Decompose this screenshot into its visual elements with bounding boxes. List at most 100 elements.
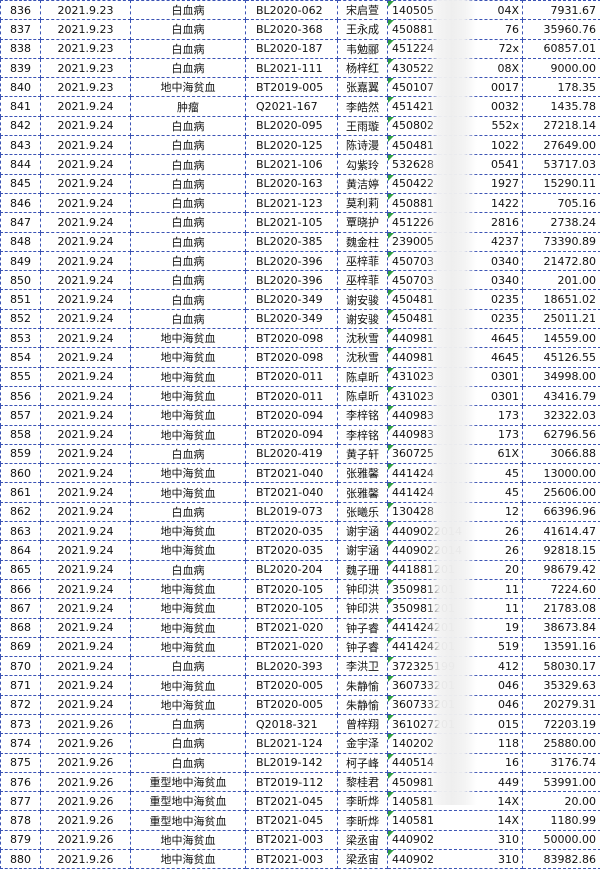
row-number-cell[interactable]: 853 bbox=[1, 329, 41, 348]
date-cell[interactable]: 2021.9.24 bbox=[41, 483, 131, 502]
patient-name-cell[interactable]: 钟子睿 bbox=[338, 637, 388, 656]
date-cell[interactable]: 2021.9.24 bbox=[41, 116, 131, 135]
date-cell[interactable]: 2021.9.24 bbox=[41, 329, 131, 348]
date-cell[interactable]: 2021.9.24 bbox=[41, 367, 131, 386]
row-number-cell[interactable]: 841 bbox=[1, 97, 41, 116]
date-cell[interactable]: 2021.9.24 bbox=[41, 676, 131, 695]
disease-cell[interactable]: 地中海贫血 bbox=[131, 425, 246, 444]
amount-cell[interactable]: 15290.11 bbox=[523, 174, 600, 193]
date-cell[interactable]: 2021.9.26 bbox=[41, 772, 131, 791]
date-cell[interactable]: 2021.9.24 bbox=[41, 155, 131, 174]
disease-cell[interactable]: 白血病 bbox=[131, 136, 246, 155]
id-number-cell[interactable]: 4501070017 bbox=[388, 78, 523, 97]
patient-name-cell[interactable]: 谢宇涵 bbox=[338, 522, 388, 541]
row-number-cell[interactable]: 879 bbox=[1, 830, 41, 849]
row-number-cell[interactable]: 839 bbox=[1, 58, 41, 77]
disease-cell[interactable]: 白血病 bbox=[131, 155, 246, 174]
patient-name-cell[interactable]: 钟子睿 bbox=[338, 618, 388, 637]
amount-cell[interactable]: 43416.79 bbox=[523, 386, 600, 405]
patient-name-cell[interactable]: 王永成 bbox=[338, 20, 388, 39]
case-code-cell[interactable]: BL2020-125 bbox=[246, 136, 338, 155]
id-number-cell[interactable]: 44142445 bbox=[388, 464, 523, 483]
case-code-cell[interactable]: BT2020-035 bbox=[246, 541, 338, 560]
disease-cell[interactable]: 地中海贫血 bbox=[131, 386, 246, 405]
patient-name-cell[interactable]: 李皓然 bbox=[338, 97, 388, 116]
row-number-cell[interactable]: 877 bbox=[1, 792, 41, 811]
case-code-cell[interactable]: BL2020-385 bbox=[246, 232, 338, 251]
date-cell[interactable]: 2021.9.24 bbox=[41, 541, 131, 560]
row-number-cell[interactable]: 875 bbox=[1, 753, 41, 772]
id-number-cell[interactable]: 45122472x bbox=[388, 39, 523, 58]
amount-cell[interactable]: 25011.21 bbox=[523, 309, 600, 328]
disease-cell[interactable]: 白血病 bbox=[131, 560, 246, 579]
date-cell[interactable]: 2021.9.24 bbox=[41, 386, 131, 405]
id-number-cell[interactable]: 4504221927 bbox=[388, 174, 523, 193]
amount-cell[interactable]: 20.00 bbox=[523, 792, 600, 811]
disease-cell[interactable]: 白血病 bbox=[131, 39, 246, 58]
patient-name-cell[interactable]: 李梓铭 bbox=[338, 425, 388, 444]
row-number-cell[interactable]: 836 bbox=[1, 1, 41, 20]
amount-cell[interactable]: 27649.00 bbox=[523, 136, 600, 155]
case-code-cell[interactable]: BL2021-124 bbox=[246, 734, 338, 753]
disease-cell[interactable]: 白血病 bbox=[131, 444, 246, 463]
patient-name-cell[interactable]: 梁丞宙 bbox=[338, 830, 388, 849]
date-cell[interactable]: 2021.9.26 bbox=[41, 792, 131, 811]
date-cell[interactable]: 2021.9.26 bbox=[41, 811, 131, 830]
patient-name-cell[interactable]: 谢安骏 bbox=[338, 290, 388, 309]
patient-name-cell[interactable]: 钟印洪 bbox=[338, 579, 388, 598]
amount-cell[interactable]: 178.35 bbox=[523, 78, 600, 97]
id-number-cell[interactable]: 4507030340 bbox=[388, 271, 523, 290]
row-number-cell[interactable]: 860 bbox=[1, 464, 41, 483]
case-code-cell[interactable]: BT2021-040 bbox=[246, 464, 338, 483]
id-number-cell[interactable]: 440902201426 bbox=[388, 522, 523, 541]
patient-name-cell[interactable]: 黄子轩 bbox=[338, 444, 388, 463]
patient-name-cell[interactable]: 张曦乐 bbox=[338, 502, 388, 521]
case-code-cell[interactable]: BL2020-368 bbox=[246, 20, 338, 39]
row-number-cell[interactable]: 848 bbox=[1, 232, 41, 251]
id-number-cell[interactable]: 4409814645 bbox=[388, 348, 523, 367]
row-number-cell[interactable]: 859 bbox=[1, 444, 41, 463]
id-number-cell[interactable]: 14050504X bbox=[388, 1, 523, 20]
patient-name-cell[interactable]: 张雅馨 bbox=[338, 483, 388, 502]
disease-cell[interactable]: 地中海贫血 bbox=[131, 830, 246, 849]
date-cell[interactable]: 2021.9.24 bbox=[41, 618, 131, 637]
row-number-cell[interactable]: 846 bbox=[1, 193, 41, 212]
case-code-cell[interactable]: BT2021-045 bbox=[246, 792, 338, 811]
date-cell[interactable]: 2021.9.24 bbox=[41, 213, 131, 232]
case-code-cell[interactable]: BL2020-396 bbox=[246, 251, 338, 270]
date-cell[interactable]: 2021.9.24 bbox=[41, 502, 131, 521]
row-number-cell[interactable]: 838 bbox=[1, 39, 41, 58]
patient-name-cell[interactable]: 陈诗漫 bbox=[338, 136, 388, 155]
row-number-cell[interactable]: 863 bbox=[1, 522, 41, 541]
date-cell[interactable]: 2021.9.24 bbox=[41, 406, 131, 425]
case-code-cell[interactable]: BT2021-020 bbox=[246, 637, 338, 656]
id-number-cell[interactable]: 44142445 bbox=[388, 483, 523, 502]
patient-name-cell[interactable]: 朱静愉 bbox=[338, 676, 388, 695]
amount-cell[interactable]: 2738.24 bbox=[523, 213, 600, 232]
date-cell[interactable]: 2021.9.24 bbox=[41, 251, 131, 270]
disease-cell[interactable]: 重型地中海贫血 bbox=[131, 811, 246, 830]
date-cell[interactable]: 2021.9.24 bbox=[41, 464, 131, 483]
row-number-cell[interactable]: 870 bbox=[1, 657, 41, 676]
id-number-cell[interactable]: 4512262816 bbox=[388, 213, 523, 232]
id-number-cell[interactable]: 2390054237 bbox=[388, 232, 523, 251]
id-number-cell[interactable]: 372325199412 bbox=[388, 657, 523, 676]
disease-cell[interactable]: 白血病 bbox=[131, 1, 246, 20]
id-number-cell[interactable]: 4504810235 bbox=[388, 309, 523, 328]
date-cell[interactable]: 2021.9.24 bbox=[41, 522, 131, 541]
amount-cell[interactable]: 7931.67 bbox=[523, 1, 600, 20]
case-code-cell[interactable]: Q2018-321 bbox=[246, 714, 338, 733]
patient-name-cell[interactable]: 巫梓菲 bbox=[338, 251, 388, 270]
row-number-cell[interactable]: 850 bbox=[1, 271, 41, 290]
row-number-cell[interactable]: 855 bbox=[1, 367, 41, 386]
amount-cell[interactable]: 98679.42 bbox=[523, 560, 600, 579]
patient-name-cell[interactable]: 张嘉翼 bbox=[338, 78, 388, 97]
id-number-cell[interactable]: 13042812 bbox=[388, 502, 523, 521]
disease-cell[interactable]: 白血病 bbox=[131, 271, 246, 290]
amount-cell[interactable]: 1180.99 bbox=[523, 811, 600, 830]
amount-cell[interactable]: 72203.19 bbox=[523, 714, 600, 733]
id-number-cell[interactable]: 4310230301 bbox=[388, 367, 523, 386]
row-number-cell[interactable]: 861 bbox=[1, 483, 41, 502]
date-cell[interactable]: 2021.9.24 bbox=[41, 290, 131, 309]
disease-cell[interactable]: 重型地中海贫血 bbox=[131, 772, 246, 791]
